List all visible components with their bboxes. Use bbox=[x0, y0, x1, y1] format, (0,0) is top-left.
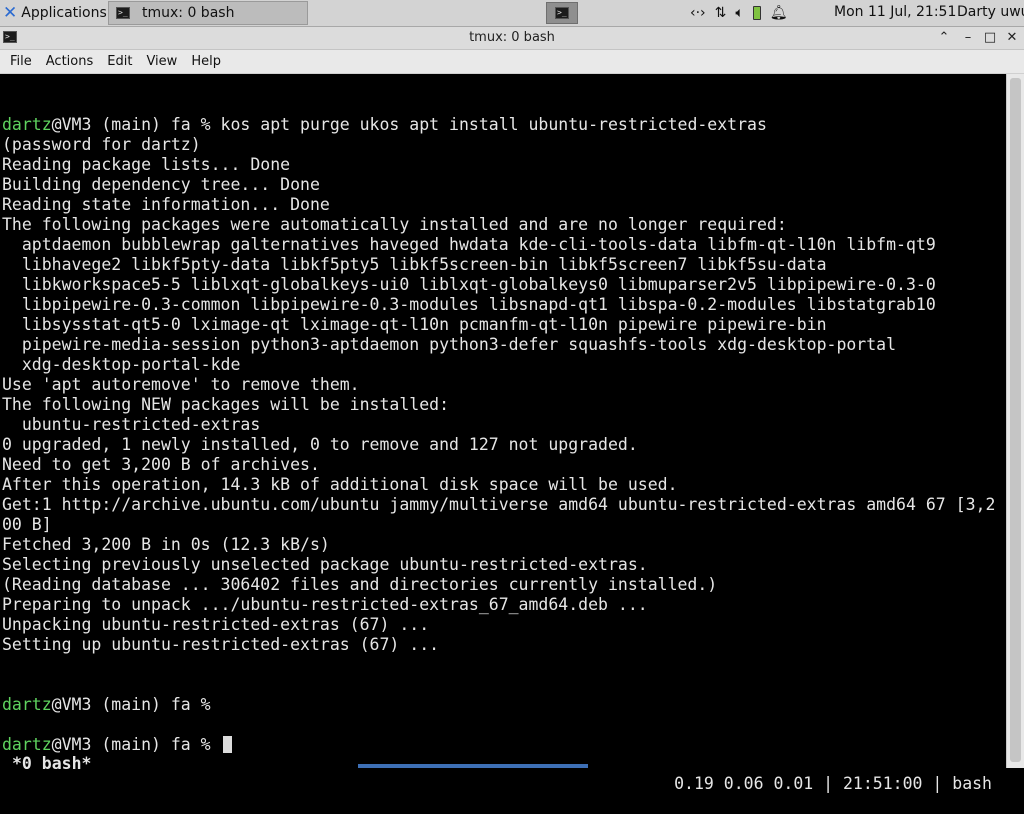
minimize-icon[interactable]: – bbox=[958, 29, 978, 47]
terminal-line: libsysstat-qt5-0 lximage-qt lximage-qt-l… bbox=[2, 315, 827, 334]
terminal-line: Selecting previously unselected package … bbox=[2, 555, 648, 574]
terminal-icon: >_ bbox=[555, 7, 569, 19]
vertical-scrollbar[interactable] bbox=[1006, 74, 1024, 768]
window-title: tmux: 0 bash bbox=[469, 30, 555, 45]
system-tray: ‹·› ⇅ 🔈︎ 🔔︎ bbox=[690, 0, 797, 26]
menu-file[interactable]: File bbox=[10, 54, 32, 69]
tmux-window-list: *0 bash* bbox=[12, 754, 92, 773]
terminal-icon: >_ bbox=[116, 7, 130, 19]
menu-edit[interactable]: Edit bbox=[107, 54, 132, 69]
terminal-line: Setting up ubuntu-restricted-extras (67)… bbox=[2, 635, 440, 654]
terminal-line: 0 upgraded, 1 newly installed, 0 to remo… bbox=[2, 435, 638, 454]
network-icon[interactable]: ‹·› bbox=[690, 5, 706, 21]
taskbar-button-label: tmux: 0 bash bbox=[142, 5, 235, 21]
applications-menu-button[interactable]: ✕ Applications bbox=[0, 0, 107, 26]
terminal-line: xdg-desktop-portal-kde bbox=[2, 355, 241, 374]
prompt-text: @VM3 (main) fa % bbox=[51, 695, 211, 714]
menu-actions[interactable]: Actions bbox=[46, 54, 94, 69]
terminal-line: Get:1 http://archive.ubuntu.com/ubuntu j… bbox=[2, 495, 996, 514]
notification-bell-icon[interactable]: 🔔︎ bbox=[770, 5, 788, 21]
terminal-line: pipewire-media-session python3-aptdaemon… bbox=[2, 335, 897, 354]
volume-icon[interactable]: 🔈︎ bbox=[735, 5, 743, 21]
transfer-icon[interactable]: ⇅ bbox=[715, 5, 727, 21]
prompt-user: dartz bbox=[2, 695, 52, 714]
close-icon[interactable]: ✕ bbox=[1002, 29, 1022, 47]
terminal-line: Need to get 3,200 B of archives. bbox=[2, 455, 320, 474]
battery-icon[interactable] bbox=[752, 6, 761, 20]
taskbar-active-indicator bbox=[358, 764, 588, 768]
terminal-line: libkworkspace5-5 liblxqt-globalkeys-ui0 … bbox=[2, 275, 936, 294]
terminal-output: dartz@VM3 (main) fa % kos apt purge ukos… bbox=[2, 95, 995, 755]
applications-label: Applications bbox=[21, 5, 107, 21]
maximize-icon[interactable]: □ bbox=[980, 29, 1000, 47]
terminal-line: Fetched 3,200 B in 0s (12.3 kB/s) bbox=[2, 535, 330, 554]
terminal-line: Preparing to unpack .../ubuntu-restricte… bbox=[2, 595, 648, 614]
terminal-line: Reading package lists... Done bbox=[2, 155, 291, 174]
terminal-line: Reading state information... Done bbox=[2, 195, 330, 214]
xfce-logo-icon: ✕ bbox=[3, 3, 18, 23]
chevron-up-icon[interactable]: ⌃ bbox=[934, 29, 954, 47]
tmux-status-bar: *0 bash* 0.19 0.06 0.01 | 21:51:00 | bas… bbox=[0, 734, 1006, 793]
terminal-line: ubuntu-restricted-extras bbox=[2, 415, 261, 434]
terminal-line: After this operation, 14.3 kB of additio… bbox=[2, 475, 678, 494]
prompt-user: dartz bbox=[2, 115, 52, 134]
clock[interactable]: Mon 11 Jul, 21:51 bbox=[834, 4, 956, 20]
scrollbar-thumb[interactable] bbox=[1010, 78, 1021, 762]
terminal-line: Use 'apt autoremove' to remove them. bbox=[2, 375, 360, 394]
top-panel: ✕ Applications >_ tmux: 0 bash >_ ‹·› ⇅ … bbox=[0, 0, 1024, 27]
terminal-line: The following NEW packages will be insta… bbox=[2, 395, 450, 414]
user-menu[interactable]: Darty uwu bbox=[957, 4, 1024, 20]
menu-view[interactable]: View bbox=[146, 54, 177, 69]
menubar: File Actions Edit View Help bbox=[0, 50, 1024, 74]
terminal-line: dartz@VM3 (main) fa % bbox=[2, 695, 995, 715]
prompt-text: @VM3 (main) fa % kos apt purge ukos apt … bbox=[51, 115, 767, 134]
menu-help[interactable]: Help bbox=[191, 54, 221, 69]
terminal-line: Building dependency tree... Done bbox=[2, 175, 320, 194]
terminal-area[interactable]: dartz@VM3 (main) fa % kos apt purge ukos… bbox=[0, 74, 1006, 793]
terminal-line: Unpacking ubuntu-restricted-extras (67) … bbox=[2, 615, 430, 634]
terminal-line: libpipewire-0.3-common libpipewire-0.3-m… bbox=[2, 295, 936, 314]
terminal-line: The following packages were automaticall… bbox=[2, 215, 787, 234]
terminal-line: libhavege2 libkf5pty-data libkf5pty5 lib… bbox=[2, 255, 827, 274]
workspace-button[interactable]: >_ bbox=[546, 2, 578, 24]
terminal-line: (password for dartz) bbox=[2, 135, 201, 154]
tmux-status-right: 0.19 0.06 0.01 | 21:51:00 | bash bbox=[674, 774, 992, 793]
terminal-line: dartz@VM3 (main) fa % kos apt purge ukos… bbox=[2, 115, 995, 135]
window-titlebar[interactable]: >_ tmux: 0 bash ⌃ – □ ✕ bbox=[0, 27, 1024, 50]
terminal-line: 00 B] bbox=[2, 515, 52, 534]
terminal-line: (Reading database ... 306402 files and d… bbox=[2, 575, 718, 594]
taskbar-button-terminal[interactable]: >_ tmux: 0 bash bbox=[108, 1, 308, 25]
terminal-line: aptdaemon bubblewrap galternatives haveg… bbox=[2, 235, 936, 254]
